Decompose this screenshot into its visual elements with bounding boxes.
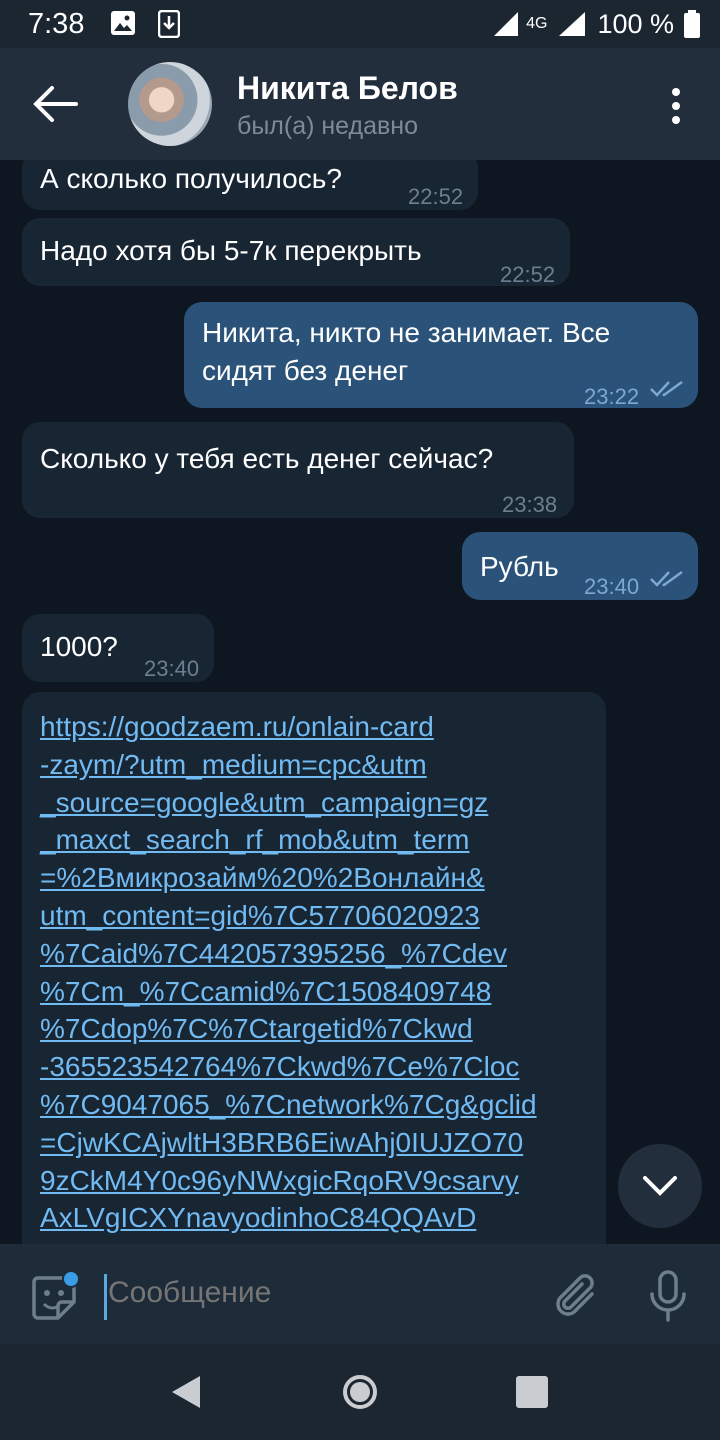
image-notification-icon (111, 11, 135, 35)
message-bubble[interactable]: 1000? 23:40 (22, 614, 214, 682)
status-time: 7:38 (28, 8, 85, 40)
download-notification-icon (158, 10, 180, 38)
message-time: 23:40 (144, 656, 200, 681)
back-arrow-icon[interactable] (30, 84, 80, 124)
read-checkmarks-icon (650, 380, 683, 397)
system-nav-bar (0, 1344, 720, 1440)
status-bar: 7:38 4G 100 % (0, 0, 720, 48)
message-time: 22:52 (408, 184, 464, 209)
nav-recent-apps-icon[interactable] (516, 1376, 548, 1408)
contact-name[interactable]: Никита Белов (237, 70, 458, 107)
battery-icon (684, 10, 700, 38)
message-time: 22:52 (500, 262, 556, 287)
signal-icon (494, 12, 519, 36)
message-bubble[interactable]: А сколько получилось? 22:52 (22, 160, 478, 210)
message-bubble[interactable]: Рубль 23:40 (462, 532, 698, 600)
new-stickers-badge (62, 1270, 80, 1288)
message-time: 23:38 (502, 492, 558, 517)
chevron-down-icon (643, 1176, 677, 1196)
scroll-to-bottom-button[interactable] (618, 1144, 702, 1228)
chat-header: Никита Белов был(а) недавно (0, 48, 720, 160)
battery-percent: 100 % (597, 8, 674, 39)
read-checkmarks-icon (650, 570, 683, 587)
link-message-bubble[interactable]: https://goodzaem.ru/onlain-card -zaym/?u… (22, 692, 606, 1244)
nav-back-icon[interactable] (170, 1374, 202, 1410)
signal-icon-2 (559, 12, 586, 36)
message-bubble[interactable]: Сколько у тебя есть денег сейчас? 23:38 (22, 422, 574, 518)
message-time: 23:22 (584, 384, 640, 409)
microphone-icon[interactable] (648, 1270, 688, 1322)
message-text: 1000? (40, 631, 118, 662)
message-bubble[interactable]: Никита, никто не занимает. Все сидят без… (184, 302, 698, 409)
message-text: Надо хотя бы 5-7к перекрыть (40, 235, 422, 266)
more-menu-icon[interactable] (668, 86, 684, 126)
paperclip-icon[interactable] (554, 1272, 598, 1320)
message-composer (0, 1244, 720, 1344)
network-type: 4G (526, 15, 548, 32)
message-link[interactable]: https://goodzaem.ru/onlain-card -zaym/?u… (40, 708, 596, 1237)
message-text: А сколько получилось? (40, 163, 342, 194)
contact-last-seen: был(а) недавно (237, 112, 419, 140)
avatar[interactable] (128, 62, 212, 146)
text-cursor (104, 1274, 107, 1320)
message-bubble[interactable]: Надо хотя бы 5-7к перекрыть 22:52 (22, 218, 570, 287)
message-text: Сколько у тебя есть денег сейчас? (40, 443, 494, 474)
message-text: Никита, никто не занимает. Все сидят без… (202, 317, 611, 386)
nav-home-icon[interactable] (342, 1374, 378, 1410)
message-text: Рубль (480, 551, 559, 582)
message-time: 23:40 (584, 574, 640, 599)
message-list[interactable]: А сколько получилось? 22:52 Надо хотя бы… (0, 160, 720, 1244)
message-input[interactable] (108, 1276, 528, 1310)
